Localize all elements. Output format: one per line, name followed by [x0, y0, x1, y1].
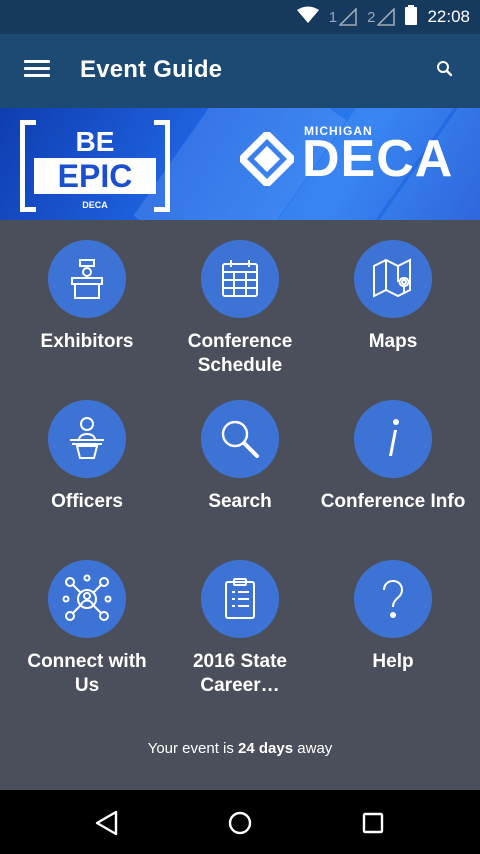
tile-help[interactable]: Help — [313, 540, 473, 674]
status-time: 22:08 — [427, 7, 470, 26]
hamburger-menu-icon[interactable] — [20, 56, 54, 86]
back-triangle-icon[interactable] — [92, 808, 122, 838]
sim1-label: 1 — [328, 9, 338, 26]
exhibitor-booth-icon — [48, 240, 126, 318]
deca-text: DECA — [302, 130, 454, 188]
network-icon — [48, 560, 126, 638]
tile-maps[interactable]: Maps — [313, 220, 473, 354]
page-title: Event Guide — [80, 56, 223, 83]
tile-label: Help — [372, 651, 414, 672]
deca-small-text: DECA — [82, 200, 108, 210]
tile-search[interactable]: Search — [160, 380, 320, 514]
sim2-signal: 2 — [367, 8, 396, 26]
signal-icon — [339, 8, 357, 26]
magnifier-icon — [201, 400, 279, 478]
info-icon — [354, 400, 432, 478]
app-bar: Event Guide — [0, 34, 480, 108]
epic-text: EPIC — [34, 158, 156, 194]
tile-state-career[interactable]: 2016 State Career… — [160, 540, 320, 698]
tile-conference-info[interactable]: Conference Info — [313, 380, 473, 514]
event-banner: BE EPIC DECA MICHIGAN DECA — [0, 108, 480, 220]
tile-conference-schedule[interactable]: Conference Schedule — [160, 220, 320, 378]
system-nav-bar — [0, 790, 480, 854]
deca-diamond-icon — [237, 129, 297, 189]
recents-square-icon[interactable] — [358, 808, 388, 838]
tile-label: Connect with Us — [27, 651, 147, 696]
tile-officers[interactable]: Officers — [7, 380, 167, 514]
michigan-deca-logo: MICHIGAN DECA — [237, 124, 454, 189]
be-epic-logo: BE EPIC DECA — [20, 120, 170, 212]
clipboard-icon — [201, 560, 279, 638]
be-text: BE — [75, 126, 115, 157]
tile-exhibitors[interactable]: Exhibitors — [7, 220, 167, 354]
countdown-days: 24 days — [238, 740, 294, 757]
home-circle-icon[interactable] — [225, 808, 255, 838]
tile-label: Exhibitors — [40, 331, 134, 352]
event-countdown: Your event is 24 days away — [0, 740, 480, 757]
podium-person-icon — [48, 400, 126, 478]
sim2-label: 2 — [367, 9, 376, 26]
menu-grid: Exhibitors Conference Schedule Maps Offi… — [0, 220, 480, 788]
tile-label: 2016 State Career… — [192, 651, 287, 696]
tile-label: Conference Info — [320, 491, 466, 512]
map-pin-icon — [354, 240, 432, 318]
tile-label: Conference Schedule — [187, 331, 293, 376]
countdown-prefix: Your event is — [147, 740, 234, 757]
sim1-signal: 1 — [329, 8, 357, 26]
signal-icon — [377, 8, 396, 26]
tile-label: Officers — [51, 491, 123, 512]
calendar-icon — [201, 240, 279, 318]
tile-label: Search — [208, 491, 272, 512]
search-icon[interactable] — [434, 58, 458, 82]
battery-icon — [405, 4, 418, 30]
wifi-icon — [296, 6, 319, 29]
status-bar: 1 2 22:08 — [0, 0, 480, 34]
countdown-suffix: away — [297, 740, 333, 757]
question-icon — [354, 560, 432, 638]
tile-label: Maps — [368, 331, 418, 352]
tile-connect-with-us[interactable]: Connect with Us — [7, 540, 167, 698]
michigan-text: MICHIGAN — [304, 124, 373, 138]
